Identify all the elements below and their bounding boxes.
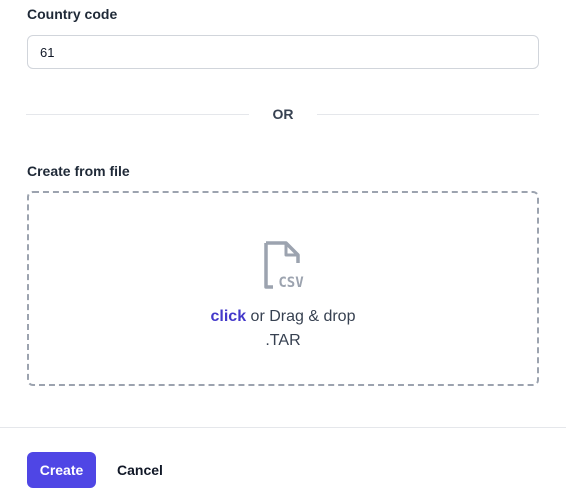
dropzone-instructions: click or Drag & drop — [29, 308, 537, 326]
divider-left — [26, 114, 249, 115]
csv-icon-text: CSV — [278, 275, 304, 291]
drag-drop-text: or Drag & drop — [246, 308, 356, 325]
country-code-input[interactable] — [27, 35, 539, 69]
cancel-button[interactable]: Cancel — [108, 452, 172, 488]
csv-file-icon: CSV — [264, 241, 304, 291]
accepted-file-types: .TAR — [265, 332, 301, 349]
or-divider-text: OR — [272, 106, 294, 122]
country-code-label: Country code — [27, 6, 118, 22]
create-button[interactable]: Create — [27, 452, 96, 488]
create-dialog: Country code OR Create from file CSV cli… — [0, 0, 566, 500]
footer-divider — [0, 427, 566, 428]
create-from-file-label: Create from file — [27, 163, 130, 179]
file-dropzone[interactable]: CSV click or Drag & drop .TAR — [27, 191, 539, 386]
divider-right — [317, 114, 539, 115]
click-upload-link[interactable]: click — [211, 308, 247, 325]
